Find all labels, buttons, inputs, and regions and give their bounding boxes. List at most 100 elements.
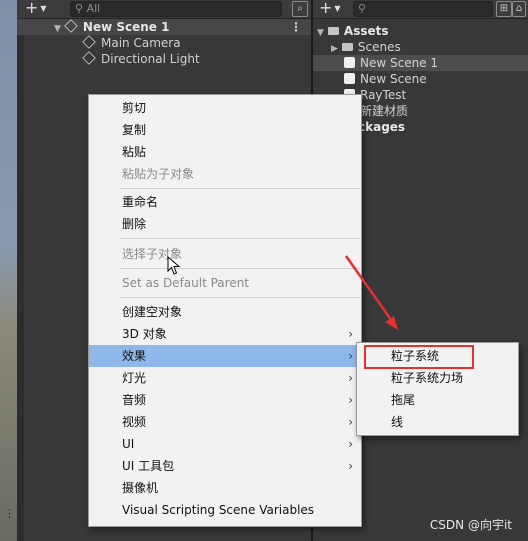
menu-item-copy[interactable]: 复制 [89,119,361,141]
hierarchy-item-label: Directional Light [101,52,200,66]
effects-submenu: 粒子系统 粒子系统力场 拖尾 线 [356,342,519,436]
folder-icon [341,43,353,51]
annotation-arrow-icon [344,255,398,330]
menu-item-label: 创建空对象 [122,305,183,319]
menu-item-label: 视频 [122,415,147,429]
menu-item-label: UI 工具包 [122,459,175,473]
menu-item-rename[interactable]: 重命名 [89,191,361,213]
menu-item-label: 音频 [122,393,147,407]
search-options-icon[interactable]: ⌕ [292,1,308,17]
menu-item-label: 复制 [122,123,147,137]
menu-item-label: 粘贴为子对象 [122,167,195,181]
menu-item-label: 灯光 [122,371,147,385]
submenu-item-line[interactable]: 线 [357,411,518,433]
project-search-input[interactable]: ⚲ [353,1,493,17]
menu-item-light[interactable]: 灯光 › [89,367,361,389]
menu-item-create-empty[interactable]: 创建空对象 [89,301,361,323]
search-by-label-icon[interactable]: ⌂ [512,1,526,17]
menu-item-label: UI [122,437,135,451]
submenu-item-label: 拖尾 [391,393,416,407]
menu-separator [120,268,360,269]
menu-item-effects[interactable]: 效果 › [89,345,361,367]
hierarchy-search-input[interactable]: ⚲ All [70,1,282,17]
create-button[interactable]: + ▼ [25,0,49,16]
menu-separator [120,238,360,239]
watermark: CSDN @向宇it [429,518,512,532]
submenu-item-label: 线 [391,415,404,429]
menu-separator [120,297,360,298]
project-item-label: New Scene [360,72,427,86]
menu-item-audio[interactable]: 音频 › [89,389,361,411]
chevron-down-icon: ▼ [334,4,341,13]
menu-item-label: Set as Default Parent [122,276,250,290]
project-item-new-scene-1[interactable]: New Scene 1 [344,55,438,71]
hierarchy-item-main-camera[interactable]: Main Camera [82,35,181,51]
project-create-button[interactable]: + ▼ [319,0,343,16]
menu-item-delete[interactable]: 删除 [89,213,361,235]
assets-label: Assets [343,24,389,38]
submenu-item-particle-force-field[interactable]: 粒子系统力场 [357,367,518,389]
submenu-item-trail[interactable]: 拖尾 [357,389,518,411]
menu-item-3d-object[interactable]: 3D 对象 › [89,323,361,345]
project-toolbar: + ▼ ⚲ ⊞ ⌂ [313,0,528,19]
context-menu: 剪切 复制 粘贴 粘贴为子对象 重命名 删除 选择子对象 Set as Defa… [88,94,362,527]
hierarchy-item-label: Main Camera [101,36,181,50]
menu-item-label: 重命名 [122,195,159,209]
menu-item-label: 摄像机 [122,481,159,495]
menu-item-label: 删除 [122,217,147,231]
search-placeholder: All [86,2,101,15]
menu-item-cut[interactable]: 剪切 [89,97,361,119]
submenu-item-label: 粒子系统力场 [391,371,464,385]
chevron-right-icon: › [348,349,353,363]
menu-item-paste-as-child: 粘贴为子对象 [89,163,361,185]
scene-file-icon [344,73,355,84]
menu-item-label: 效果 [122,349,147,363]
more-options-icon[interactable]: ⋮ [290,19,302,35]
menu-item-select-children: 选择子对象 [89,243,361,265]
project-item-new-scene[interactable]: New Scene [344,71,427,87]
gameobject-icon [82,51,96,65]
menu-item-camera[interactable]: 摄像机 [89,477,361,499]
drag-handle-icon[interactable]: ⋮ [4,508,15,519]
packages-folder-row[interactable]: ckages [358,119,405,135]
assets-folder-row[interactable]: ▼ Assets [317,23,389,39]
chevron-down-icon: ▼ [40,4,47,13]
menu-item-ui[interactable]: UI › [89,433,361,455]
menu-item-label: Visual Scripting Scene Variables [122,503,315,517]
scene-row[interactable]: ▼ New Scene 1 ⋮ [17,19,311,35]
folder-icon [327,27,339,35]
chevron-right-icon: › [348,371,353,385]
chevron-right-icon: › [348,393,353,407]
expand-triangle-icon[interactable]: ▼ [317,28,324,38]
chevron-right-icon: › [348,437,353,451]
unity-scene-icon [64,19,78,33]
menu-item-paste[interactable]: 粘贴 [89,141,361,163]
menu-item-label: 粘贴 [122,145,147,159]
search-icon: ⚲ [358,2,367,15]
project-item-label: 新建材质 [360,104,409,118]
menu-item-ui-toolkit[interactable]: UI 工具包 › [89,455,361,477]
project-item-scenes[interactable]: ▶ Scenes [331,39,401,55]
project-item-label: RayTest [360,88,407,102]
project-item-label: New Scene 1 [360,56,439,70]
expand-triangle-icon[interactable]: ▶ [331,44,338,54]
search-by-type-icon[interactable]: ⊞ [496,1,512,17]
chevron-right-icon: › [348,415,353,429]
mouse-cursor-icon [167,256,181,275]
packages-label: ckages [358,120,406,134]
menu-item-set-default-parent: Set as Default Parent [89,272,361,294]
menu-item-label: 3D 对象 [122,327,167,341]
hierarchy-toolbar: + ▼ ⚲ All ⌕ [17,0,311,19]
hierarchy-gutter [17,18,24,541]
menu-item-visual-scripting-variables[interactable]: Visual Scripting Scene Variables [89,499,361,521]
gameobject-icon [82,35,96,49]
scene-view-edge: ⋮ [0,0,17,541]
annotation-highlight-box [364,345,474,369]
menu-separator [120,188,360,189]
expand-triangle-icon[interactable]: ▼ [54,24,61,34]
hierarchy-item-directional-light[interactable]: Directional Light [82,51,200,67]
scene-name: New Scene 1 [82,20,170,34]
menu-item-video[interactable]: 视频 › [89,411,361,433]
chevron-right-icon: › [348,459,353,473]
project-item-label: Scenes [357,40,401,54]
